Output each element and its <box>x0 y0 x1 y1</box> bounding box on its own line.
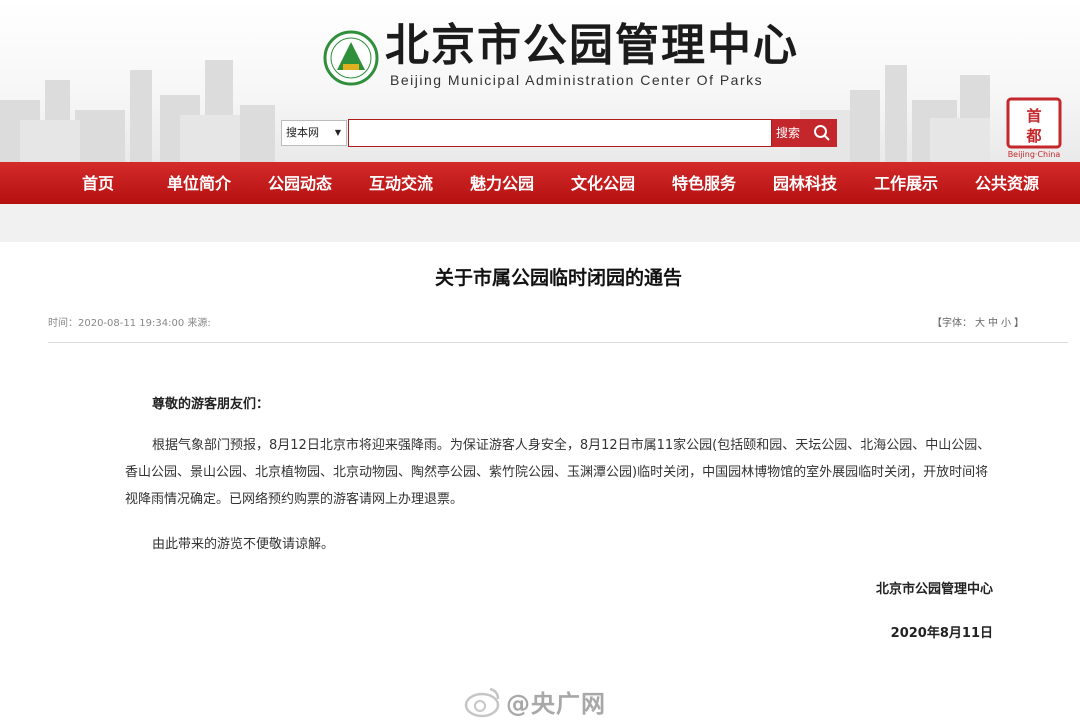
nav-item-technology[interactable]: 园林科技 <box>760 162 850 204</box>
nav-item-culture[interactable]: 文化公园 <box>558 162 648 204</box>
chevron-down-icon: ▼ <box>334 128 341 137</box>
font-size-small[interactable]: 小 <box>1001 318 1011 329</box>
font-size-label: 【字体： <box>932 318 972 329</box>
nav-item-resources[interactable]: 公共资源 <box>962 162 1052 204</box>
font-size-switcher: 【字体：大中小】 <box>932 314 1024 329</box>
nav-item-parks[interactable]: 魅力公园 <box>457 162 547 204</box>
site-subtitle: Beijing Municipal Administration Center … <box>390 72 764 88</box>
search-scope-select[interactable]: 搜本网 ▼ <box>281 120 347 146</box>
article-title: 关于市属公园临时闭园的通告 <box>434 267 682 289</box>
greeting: 尊敬的游客朋友们： <box>152 397 270 412</box>
main-nav: 首页 单位简介 公园动态 互动交流 魅力公园 文化公园 特色服务 园林科技 工作… <box>0 162 1080 204</box>
article-meta: 时间：2020-08-11 19:34:00 来源: <box>48 318 211 329</box>
nav-item-about[interactable]: 单位简介 <box>154 162 244 204</box>
font-size-medium[interactable]: 中 <box>988 318 998 329</box>
nav-item-services[interactable]: 特色服务 <box>659 162 749 204</box>
watermark-text: @央广网 <box>506 690 606 718</box>
svg-text:都: 都 <box>1025 127 1041 145</box>
font-size-close: 】 <box>1014 318 1024 329</box>
capital-seal-badge: 首 都 Beijing·China <box>1006 97 1062 159</box>
article-paragraph: 根据气象部门预报，8月12日北京市将迎来强降雨。为保证游客人身安全，8月12日市… <box>125 438 991 507</box>
divider <box>48 342 1068 343</box>
weibo-icon <box>464 687 500 718</box>
park-center-logo <box>323 30 379 86</box>
nav-item-work[interactable]: 工作展示 <box>861 162 951 204</box>
search-button[interactable]: 搜索 <box>772 119 837 147</box>
site-header: 北京市公园管理中心 Beijing Municipal Administrati… <box>0 0 1080 162</box>
font-size-large[interactable]: 大 <box>975 318 985 329</box>
search-input[interactable] <box>348 119 772 147</box>
search-scope-value: 搜本网 <box>286 126 319 139</box>
svg-text:Beijing·China: Beijing·China <box>1008 150 1061 159</box>
article-date: 2020年8月11日 <box>890 626 993 641</box>
search-button-label: 搜索 <box>776 126 801 140</box>
nav-item-home[interactable]: 首页 <box>53 162 143 204</box>
signature: 北京市公园管理中心 <box>875 582 993 597</box>
search-icon <box>814 125 830 141</box>
nav-item-interaction[interactable]: 互动交流 <box>356 162 446 204</box>
svg-text:首: 首 <box>1026 107 1041 125</box>
sub-band <box>0 204 1080 242</box>
nav-item-news[interactable]: 公园动态 <box>255 162 345 204</box>
article-paragraph: 由此带来的游览不便敬请谅解。 <box>152 537 335 552</box>
site-title: 北京市公园管理中心 <box>385 20 799 71</box>
